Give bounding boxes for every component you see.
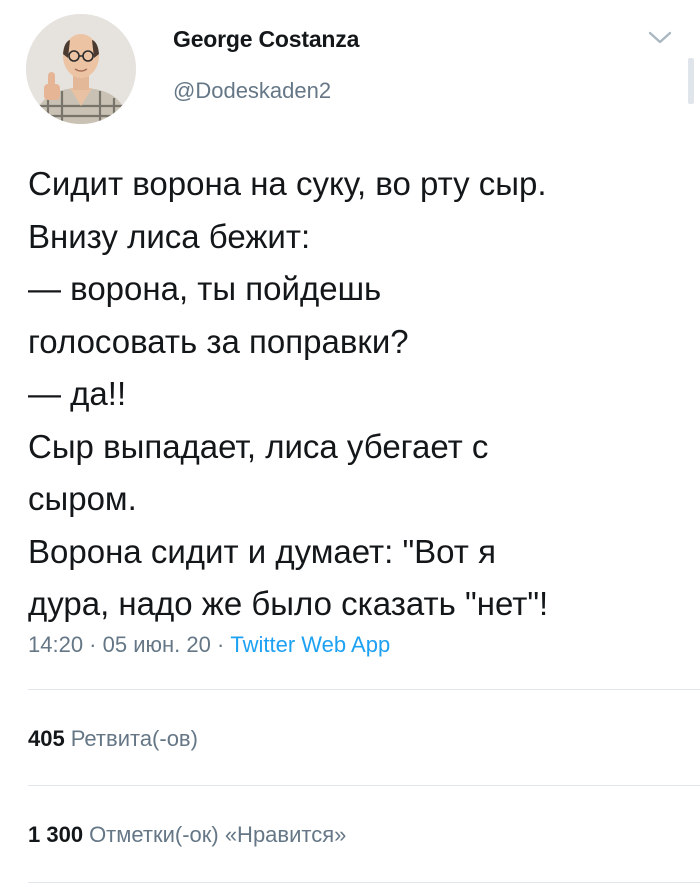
tweet-text-line: — ворона, ты пойдешь (28, 270, 382, 307)
tweet-text-line: Ворона сидит и думает: "Вот я (28, 532, 496, 570)
tweet-text-line: Сидит ворона на суку, во рту сыр. (28, 165, 547, 202)
tweet-text-line: — да!! (28, 375, 127, 412)
meta-separator: · (210, 632, 231, 657)
meta-separator: · (83, 632, 103, 657)
retweets-label: Ретвита(-ов) (70, 726, 198, 751)
likes-count: 1 300 (28, 822, 84, 847)
retweets-stat[interactable]: 405 Ретвита(-ов) (28, 726, 198, 752)
scrollbar[interactable] (688, 58, 694, 104)
tweet-text-line: Сыр выпадает, лиса убегает с (28, 427, 489, 465)
tweet-text: Сидит ворона на суку, во рту сыр. Внизу … (28, 158, 688, 631)
tweet-date[interactable]: 05 июн. 20 (103, 632, 211, 657)
likes-stat[interactable]: 1 300 Отметки(-ок) «Нравится» (28, 822, 346, 848)
tweet-time[interactable]: 14:20 (28, 632, 83, 657)
likes-label: Отметки(-ок) «Нравится» (89, 822, 347, 847)
tweet-text-line: голосовать за поправки? (28, 322, 409, 360)
chevron-down-icon[interactable] (643, 26, 677, 50)
username[interactable]: @Dodeskaden2 (173, 78, 331, 104)
tweet-text-line: сыром. (28, 480, 137, 517)
tweet-meta: 14:20 · 05 июн. 20 · Twitter Web App (28, 632, 390, 658)
tweet-text-line: дура, надо же было сказать "нет"! (28, 585, 549, 622)
tweet-text-line: Внизу лиса бежит: (28, 217, 311, 255)
tweet-source-link[interactable]: Twitter Web App (230, 632, 390, 657)
divider (28, 882, 700, 883)
divider (28, 785, 700, 786)
avatar[interactable] (26, 14, 136, 124)
retweets-count: 405 (28, 726, 65, 751)
divider (28, 689, 700, 690)
display-name[interactable]: George Costanza (173, 26, 359, 53)
